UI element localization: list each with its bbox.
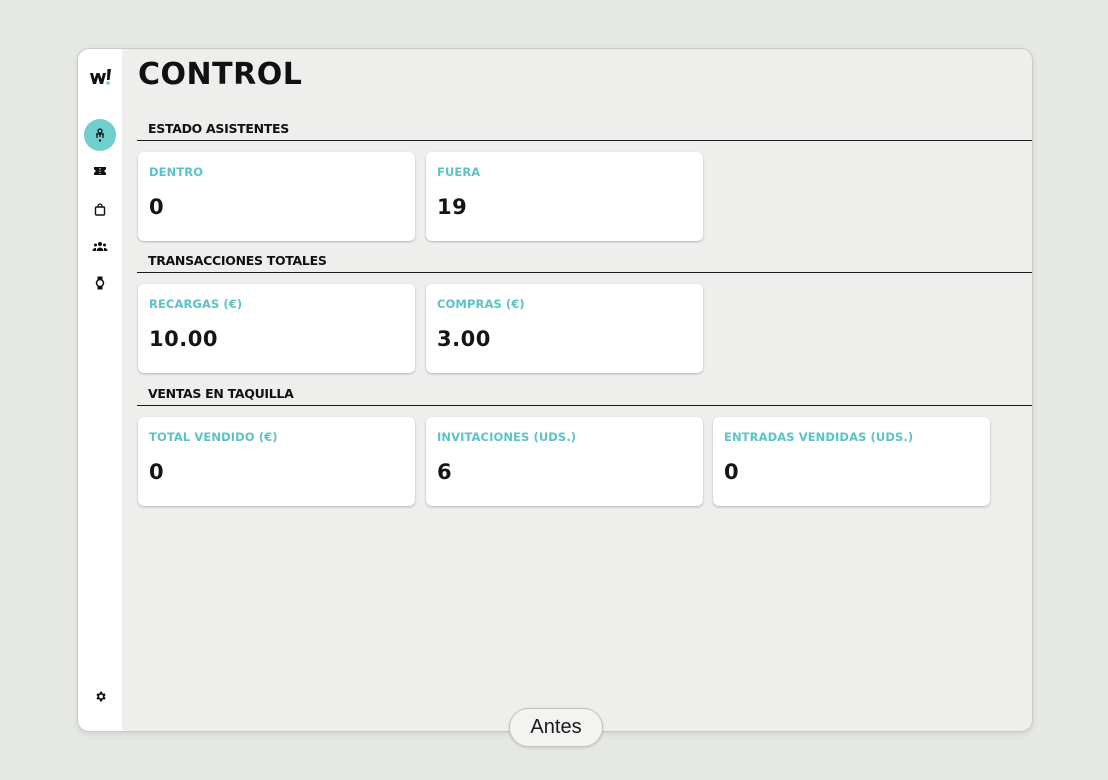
section-title: TRANSACCIONES TOTALES	[148, 253, 327, 268]
stat-value: 0	[724, 460, 740, 484]
stat-label: ENTRADAS VENDIDAS (UDS.)	[724, 430, 914, 444]
sidebar-item-users[interactable]	[84, 230, 116, 262]
section-header-ventas-en-taquilla: VENTAS EN TAQUILLA	[137, 384, 1032, 406]
stat-label: FUERA	[437, 165, 481, 179]
gear-icon	[94, 690, 107, 703]
main-content: CONTROL ESTADO ASISTENTES DENTRO 0 FUERA…	[122, 49, 1032, 731]
stat-value: 19	[437, 195, 468, 219]
stat-label: COMPRAS (€)	[437, 297, 525, 311]
settings-button[interactable]	[84, 680, 116, 712]
stat-card-recargas: RECARGAS (€) 10.00	[138, 284, 415, 373]
antes-button[interactable]: Antes	[509, 708, 603, 747]
stat-label: DENTRO	[149, 165, 204, 179]
sidebar-item-shop[interactable]	[84, 193, 116, 225]
stat-value: 6	[437, 460, 453, 484]
attendees-icon	[92, 127, 108, 143]
app-window: CONTROL ESTADO ASISTENTES DENTRO 0 FUERA…	[77, 48, 1033, 732]
ticket-icon	[93, 165, 107, 177]
stat-card-fuera: FUERA 19	[426, 152, 703, 241]
section-title: ESTADO ASISTENTES	[148, 121, 289, 136]
stat-value: 10.00	[149, 327, 218, 351]
stat-value: 0	[149, 195, 165, 219]
stat-card-invitaciones: INVITACIONES (UDS.) 6	[426, 417, 703, 506]
stat-label: INVITACIONES (UDS.)	[437, 430, 577, 444]
stat-label: TOTAL VENDIDO (€)	[149, 430, 278, 444]
app-logo[interactable]	[88, 67, 114, 89]
sidebar-item-tickets[interactable]	[84, 155, 116, 187]
stat-value: 0	[149, 460, 165, 484]
section-header-transacciones-totales: TRANSACCIONES TOTALES	[137, 251, 1032, 273]
sidebar	[78, 49, 122, 731]
shopping-bag-icon	[94, 202, 106, 216]
section-header-estado-asistentes: ESTADO ASISTENTES	[137, 119, 1032, 141]
section-title: VENTAS EN TAQUILLA	[148, 386, 294, 401]
sidebar-item-wristbands[interactable]	[84, 267, 116, 299]
stat-card-compras: COMPRAS (€) 3.00	[426, 284, 703, 373]
page-title: CONTROL	[138, 57, 303, 92]
stat-card-entradas-vendidas: ENTRADAS VENDIDAS (UDS.) 0	[713, 417, 990, 506]
users-group-icon	[92, 240, 108, 252]
stat-card-dentro: DENTRO 0	[138, 152, 415, 241]
sidebar-item-attendees[interactable]	[84, 119, 116, 151]
stat-value: 3.00	[437, 327, 491, 351]
wristband-icon	[94, 276, 106, 290]
stat-label: RECARGAS (€)	[149, 297, 243, 311]
stat-card-total-vendido: TOTAL VENDIDO (€) 0	[138, 417, 415, 506]
